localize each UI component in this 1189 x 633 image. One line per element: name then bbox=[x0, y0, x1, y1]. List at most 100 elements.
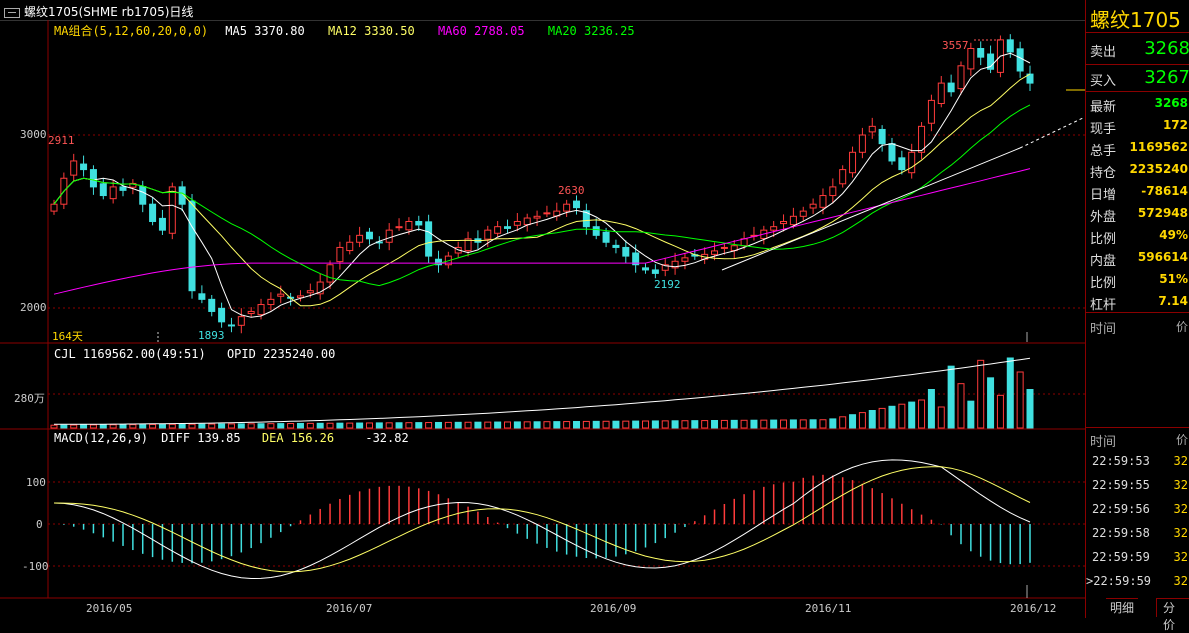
volume-bar bbox=[839, 416, 847, 429]
candle-body bbox=[957, 65, 965, 90]
volume-bar bbox=[651, 420, 659, 429]
volume-bar bbox=[188, 423, 196, 429]
instrument-name: 螺纹1705 bbox=[1090, 8, 1181, 32]
volume-bar bbox=[405, 422, 413, 429]
volume-bar bbox=[927, 389, 935, 429]
volume-bar bbox=[139, 424, 147, 429]
tick-row: 22:59:58 32 bbox=[1086, 522, 1189, 544]
window-toggle-icon[interactable] bbox=[4, 7, 20, 18]
volume-bar bbox=[109, 424, 117, 429]
volume-bar bbox=[533, 421, 541, 429]
candle-body bbox=[799, 210, 807, 217]
candle-body bbox=[306, 290, 314, 294]
candle-body bbox=[336, 246, 344, 263]
candle-body bbox=[1016, 48, 1024, 72]
quote-row-label: 最新 bbox=[1090, 100, 1117, 115]
quote-row: 外盘 572948 bbox=[1086, 203, 1189, 225]
macd-value-label: -32.82 bbox=[365, 431, 409, 445]
quote-row: 现手 172 bbox=[1086, 115, 1189, 137]
volume-bar bbox=[918, 399, 926, 429]
volume-bar bbox=[336, 422, 344, 429]
candle-body bbox=[168, 186, 176, 234]
annotation-high-2911: 2911 bbox=[48, 134, 75, 147]
time-header-2: 时间 bbox=[1090, 435, 1117, 450]
tick-price: 32 bbox=[1173, 526, 1188, 540]
volume-bar bbox=[326, 422, 334, 429]
tick-row: >22:59:59 32 bbox=[1086, 570, 1189, 592]
volume-bar bbox=[1016, 371, 1024, 429]
candle-body bbox=[642, 267, 650, 271]
candle-body bbox=[720, 246, 728, 249]
volume-tick-280: 280万 bbox=[14, 392, 45, 405]
volume-bar bbox=[582, 420, 590, 429]
candle-body bbox=[218, 307, 226, 323]
volume-bar bbox=[523, 421, 531, 429]
volume-bar bbox=[227, 423, 235, 429]
date-tick-2016-05: 2016/05 bbox=[86, 602, 133, 615]
candle-body bbox=[898, 157, 906, 171]
candle-body bbox=[602, 231, 610, 243]
buy-row[interactable]: 买入 3267 bbox=[1086, 66, 1189, 92]
volume-bar bbox=[681, 420, 689, 429]
volume-bar bbox=[99, 424, 107, 429]
volume-bar bbox=[661, 420, 669, 429]
candle-body bbox=[681, 257, 689, 262]
volume-bar bbox=[277, 423, 285, 429]
tick-price: 32 bbox=[1173, 574, 1188, 588]
ma60-label: MA60 2788.05 bbox=[437, 24, 525, 38]
candle-body bbox=[198, 293, 206, 300]
volume-bar bbox=[385, 422, 393, 429]
volume-bar bbox=[740, 419, 748, 429]
trend-line bbox=[721, 147, 1021, 271]
volume-bar bbox=[760, 419, 768, 429]
candle-body bbox=[927, 99, 935, 124]
volume-bar bbox=[996, 394, 1004, 429]
volume-bar bbox=[622, 420, 630, 429]
quote-row: 杠杆 7.14 bbox=[1086, 291, 1189, 313]
sell-row[interactable]: 卖出 3268 bbox=[1086, 36, 1189, 64]
candle-body bbox=[503, 226, 511, 229]
volume-bar bbox=[415, 422, 423, 429]
price-tick-3000: 3000 bbox=[20, 128, 47, 141]
volume-bar bbox=[1006, 357, 1014, 429]
quote-row-value: 51% bbox=[1159, 272, 1188, 286]
volume-legend: CJL 1169562.00(49:51) OPID 2235240.00 bbox=[54, 347, 335, 361]
quote-row-label: 杠杆 bbox=[1090, 298, 1117, 313]
candle-body bbox=[326, 264, 334, 283]
volume-bar bbox=[632, 420, 640, 429]
candle-body bbox=[385, 229, 393, 243]
volume-bar bbox=[267, 423, 275, 429]
volume-bar bbox=[316, 422, 324, 429]
volume-bar bbox=[208, 423, 216, 429]
date-tick-2016-09: 2016/09 bbox=[590, 602, 637, 615]
candle-body bbox=[227, 324, 235, 327]
quote-row-label: 总手 bbox=[1090, 144, 1117, 159]
volume-bar bbox=[513, 421, 521, 429]
macd-label: MACD(12,26,9) bbox=[54, 431, 148, 445]
candle-body bbox=[484, 229, 492, 240]
candle-body bbox=[277, 293, 285, 297]
price-header-2: 价 bbox=[1175, 433, 1188, 447]
main-chart[interactable] bbox=[0, 20, 1085, 618]
candle-body bbox=[356, 234, 364, 243]
candle-body bbox=[573, 200, 581, 209]
volume-bar bbox=[158, 423, 166, 429]
candle-body bbox=[119, 186, 127, 191]
candle-body bbox=[888, 143, 896, 162]
quote-row-value: 172 bbox=[1162, 118, 1188, 132]
tick-row: 22:59:56 32 bbox=[1086, 498, 1189, 520]
chart-title: 螺纹1705(SHME rb1705)日线 bbox=[24, 5, 194, 19]
quote-row: 最新 3268 bbox=[1086, 93, 1189, 115]
tick-price: 32 bbox=[1173, 502, 1188, 516]
tab-detail[interactable]: 明细 bbox=[1106, 598, 1139, 617]
candle-body bbox=[780, 221, 788, 225]
tick-time: 22:59:56 bbox=[1092, 502, 1150, 516]
candle-body bbox=[50, 203, 58, 212]
ma5-line bbox=[53, 52, 1031, 318]
candle-body bbox=[494, 226, 502, 234]
volume-bar bbox=[60, 424, 68, 429]
volume-bar bbox=[849, 414, 857, 429]
tab-split-price[interactable]: 分价 bbox=[1156, 598, 1189, 632]
sell-label: 卖出 bbox=[1090, 45, 1117, 60]
price-header: 价 bbox=[1175, 320, 1188, 334]
